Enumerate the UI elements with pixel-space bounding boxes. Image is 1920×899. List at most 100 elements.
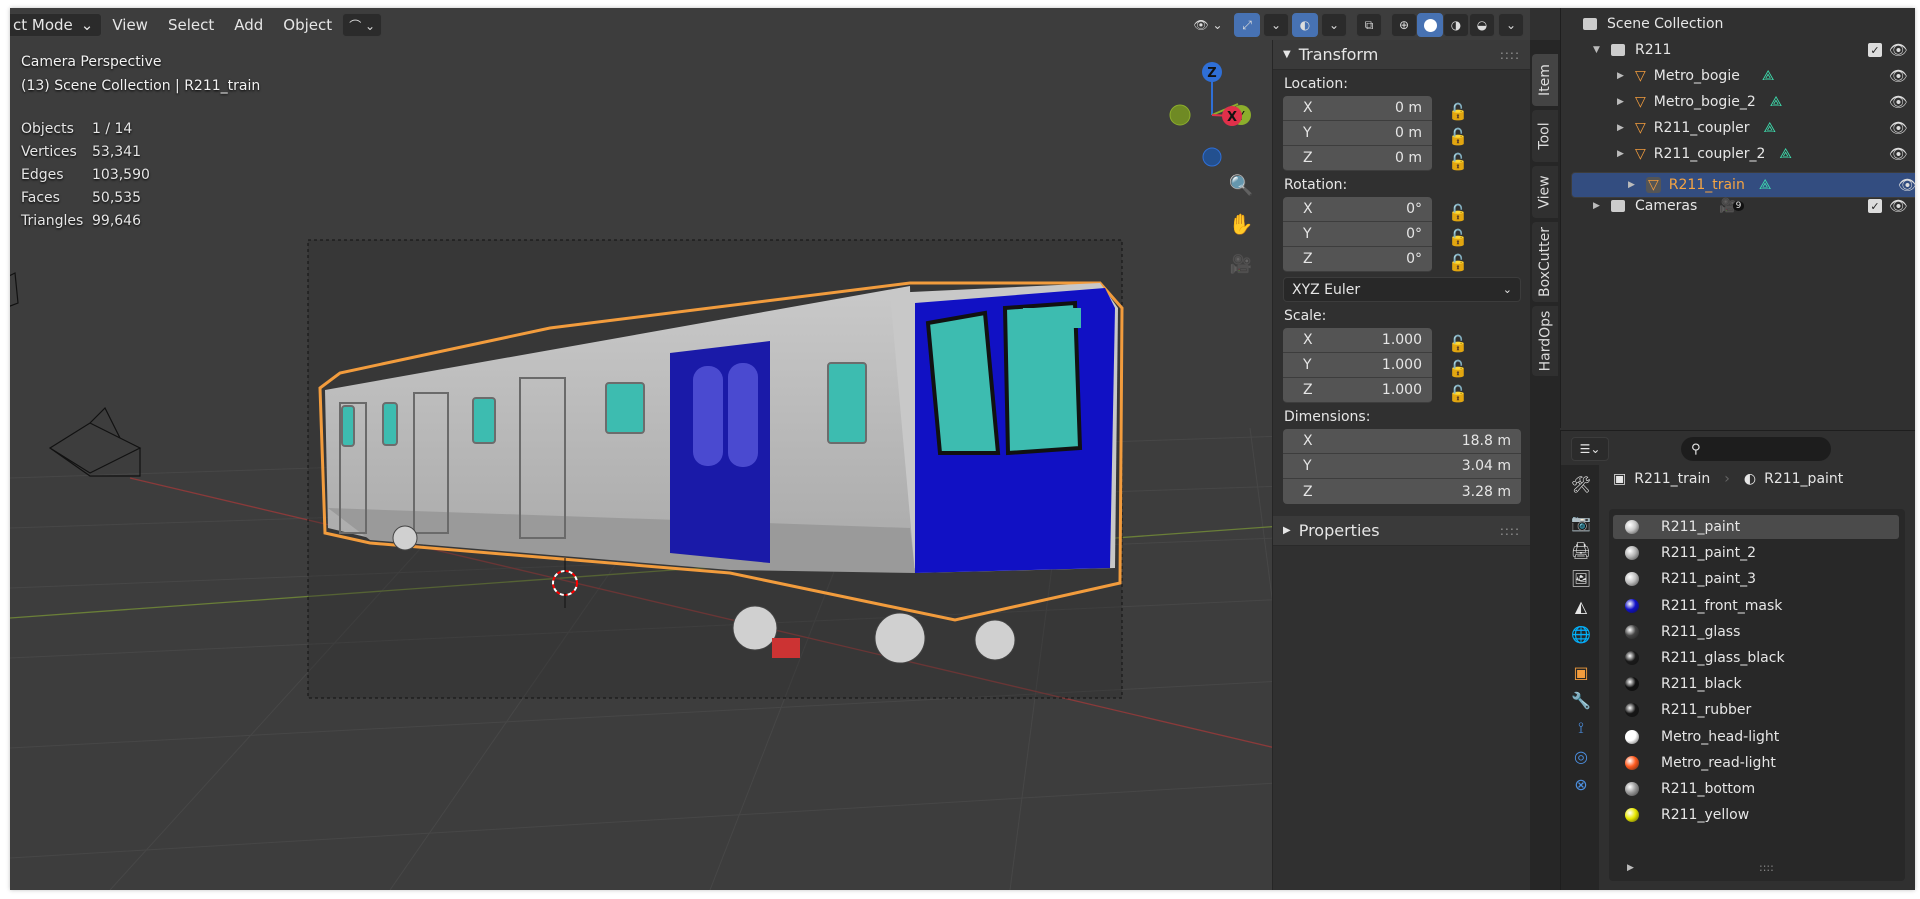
tab-scene[interactable]: ◭ — [1567, 593, 1595, 619]
shading-rendered[interactable]: ◒ — [1469, 13, 1495, 37]
unlock-icon[interactable]: 🔓 — [1448, 127, 1468, 146]
tab-item[interactable]: Item — [1532, 54, 1558, 106]
material-slot[interactable]: R211_yellow — [1613, 803, 1899, 827]
pan-button[interactable]: ✋ — [1225, 208, 1257, 240]
shading-wireframe[interactable]: ⊕ — [1391, 13, 1417, 37]
unlock-icon[interactable]: 🔓 — [1448, 228, 1468, 247]
unlock-icon[interactable]: 🔓 — [1448, 384, 1468, 403]
unlock-icon[interactable]: 🔓 — [1448, 152, 1468, 171]
menu-select[interactable]: Select — [158, 16, 224, 34]
material-slot[interactable]: R211_black — [1613, 672, 1899, 696]
outliner-row-object[interactable]: ▶ ▽ R211_coupler ⟁ 👁 — [1561, 115, 1915, 141]
drag-grip-icon[interactable]: :::: — [1500, 48, 1520, 62]
tab-render[interactable]: 📷 — [1567, 509, 1595, 535]
dimension-z-field[interactable]: Z 3.28 m — [1283, 479, 1521, 504]
overlays-dropdown[interactable]: ⌄ — [1321, 13, 1347, 37]
tab-modifiers[interactable]: 🔧 — [1567, 687, 1595, 713]
scale-z-field[interactable]: Z 1.000 — [1283, 378, 1432, 403]
eye-icon[interactable]: 👁 — [1889, 197, 1908, 215]
eye-icon[interactable]: 👁 — [1889, 67, 1908, 85]
eye-icon[interactable]: 👁 — [1889, 119, 1908, 137]
shading-dropdown[interactable]: ⌄ — [1498, 13, 1524, 37]
drag-grip-icon[interactable]: :::: — [1500, 524, 1520, 538]
shading-material[interactable]: ◑ — [1443, 13, 1469, 37]
location-z-field[interactable]: Z 0 m — [1283, 146, 1432, 171]
eye-icon[interactable]: 👁 — [1889, 145, 1908, 163]
tab-boxcutter[interactable]: BoxCutter — [1532, 222, 1558, 302]
unlock-icon[interactable]: 🔓 — [1448, 359, 1468, 378]
scale-y-field[interactable]: Y 1.000 — [1283, 353, 1432, 378]
checkbox-icon[interactable]: ✓ — [1868, 199, 1882, 213]
overlays-toggle[interactable]: ◐ — [1292, 13, 1318, 37]
shading-solid[interactable] — [1417, 13, 1443, 37]
camera-view-button[interactable]: 🎥 — [1225, 248, 1257, 280]
unlock-icon[interactable]: 🔓 — [1448, 102, 1468, 121]
xray-toggle[interactable]: ⧉ — [1356, 13, 1382, 37]
menu-add[interactable]: Add — [224, 16, 273, 34]
dimension-y-field[interactable]: Y 3.04 m — [1283, 454, 1521, 479]
navigation-gizmo[interactable]: Z Y X — [1160, 52, 1270, 172]
tab-view-layer[interactable]: 🖼 — [1567, 565, 1595, 591]
tab-tool[interactable]: Tool — [1532, 110, 1558, 162]
outliner-row-scene-collection[interactable]: Scene Collection — [1561, 11, 1915, 37]
material-slot[interactable]: R211_front_mask — [1613, 594, 1899, 618]
tab-physics[interactable]: ◎ — [1567, 743, 1595, 769]
chevron-down-icon: ⌄ — [1505, 18, 1517, 32]
eye-icon[interactable]: 👁 — [1889, 93, 1908, 111]
tab-particles[interactable]: ⟟ — [1567, 715, 1595, 741]
outliner-row-object[interactable]: ▶ ▽ R211_coupler_2 ⟁ 👁 — [1561, 141, 1915, 167]
eye-icon[interactable]: 👁 — [1889, 41, 1908, 59]
tab-view[interactable]: View — [1532, 166, 1558, 218]
menu-view[interactable]: View — [102, 16, 158, 34]
zoom-button[interactable]: 🔍 — [1225, 169, 1257, 201]
editor-type-dropdown[interactable]: ☰⌄ — [1571, 437, 1609, 461]
dimension-x-field[interactable]: X 18.8 m — [1283, 429, 1521, 454]
outliner-row-object[interactable]: ▶ ▽ Metro_bogie ⟁ 👁 — [1561, 63, 1915, 89]
outliner-row-cameras[interactable]: ▶ Cameras 🎥 9 ✓ 👁 — [1561, 193, 1915, 219]
material-slot[interactable]: Metro_head-light — [1613, 725, 1899, 749]
material-slot[interactable]: R211_paint — [1613, 515, 1899, 539]
rotation-x-field[interactable]: X 0° — [1283, 197, 1432, 222]
material-slot[interactable]: R211_paint_2 — [1613, 541, 1899, 565]
outliner-row-object[interactable]: ▶ ▽ Metro_bogie_2 ⟁ 👁 — [1561, 89, 1915, 115]
tab-constraints[interactable]: ⊗ — [1567, 771, 1595, 797]
location-y-field[interactable]: Y 0 m — [1283, 121, 1432, 146]
material-slot[interactable]: R211_glass — [1613, 620, 1899, 644]
unlock-icon[interactable]: 🔓 — [1448, 253, 1468, 272]
axis-label: Y — [1303, 458, 1312, 474]
properties-panel-header[interactable]: ▶ Properties:::: — [1273, 516, 1530, 546]
unlock-icon[interactable]: 🔓 — [1448, 203, 1468, 222]
eye-icon[interactable]: 👁 — [1898, 176, 1915, 194]
expand-triangle-icon[interactable]: ▶ — [1627, 863, 1634, 873]
material-slot[interactable]: R211_glass_black — [1613, 646, 1899, 670]
mode-selector[interactable]: ct Mode ⌄ — [10, 13, 103, 37]
material-icon: ◐ — [1743, 471, 1757, 487]
menu-object[interactable]: Object — [273, 16, 342, 34]
transform-panel-header[interactable]: ▼ Transform:::: — [1273, 40, 1530, 70]
properties-search-input[interactable]: ⚲ — [1681, 437, 1831, 461]
checkbox-icon[interactable]: ✓ — [1868, 43, 1882, 57]
rotation-z-field[interactable]: Z 0° — [1283, 247, 1432, 272]
tab-tool-settings[interactable]: 🛠 — [1567, 471, 1595, 497]
tab-output[interactable]: 🖨 — [1567, 537, 1595, 563]
gizmo-dropdown[interactable]: ⌄ — [1263, 13, 1289, 37]
transform-orientation-dropdown[interactable]: ⌒ ⌄ — [342, 13, 383, 37]
gizmo-toggle[interactable]: ⤢ — [1234, 13, 1260, 37]
unlock-icon[interactable]: 🔓 — [1448, 334, 1468, 353]
resize-grip-icon[interactable]: :::: — [1759, 861, 1774, 874]
outliner-row-r211[interactable]: ▼ R211 ✓ 👁 — [1561, 37, 1915, 63]
tab-object[interactable]: ▣ — [1567, 659, 1595, 685]
tab-world[interactable]: 🌐 — [1567, 621, 1595, 647]
rotation-y-field[interactable]: Y 0° — [1283, 222, 1432, 247]
material-sphere-icon — [1625, 808, 1639, 823]
visibility-toggle[interactable]: 👁 ⌄ — [1185, 13, 1231, 37]
material-slot[interactable]: R211_paint_3 — [1613, 567, 1899, 591]
tab-hardops[interactable]: HardOps — [1532, 306, 1558, 376]
material-slot[interactable]: R211_bottom — [1613, 777, 1899, 801]
vertex-group-icon: ⟁ — [1779, 146, 1792, 162]
material-slot[interactable]: R211_rubber — [1613, 698, 1899, 722]
location-x-field[interactable]: X 0 m — [1283, 96, 1432, 121]
rotation-mode-dropdown[interactable]: XYZ Euler ⌄ — [1283, 277, 1521, 302]
scale-x-field[interactable]: X 1.000 — [1283, 328, 1432, 353]
material-slot[interactable]: Metro_read-light — [1613, 751, 1899, 775]
